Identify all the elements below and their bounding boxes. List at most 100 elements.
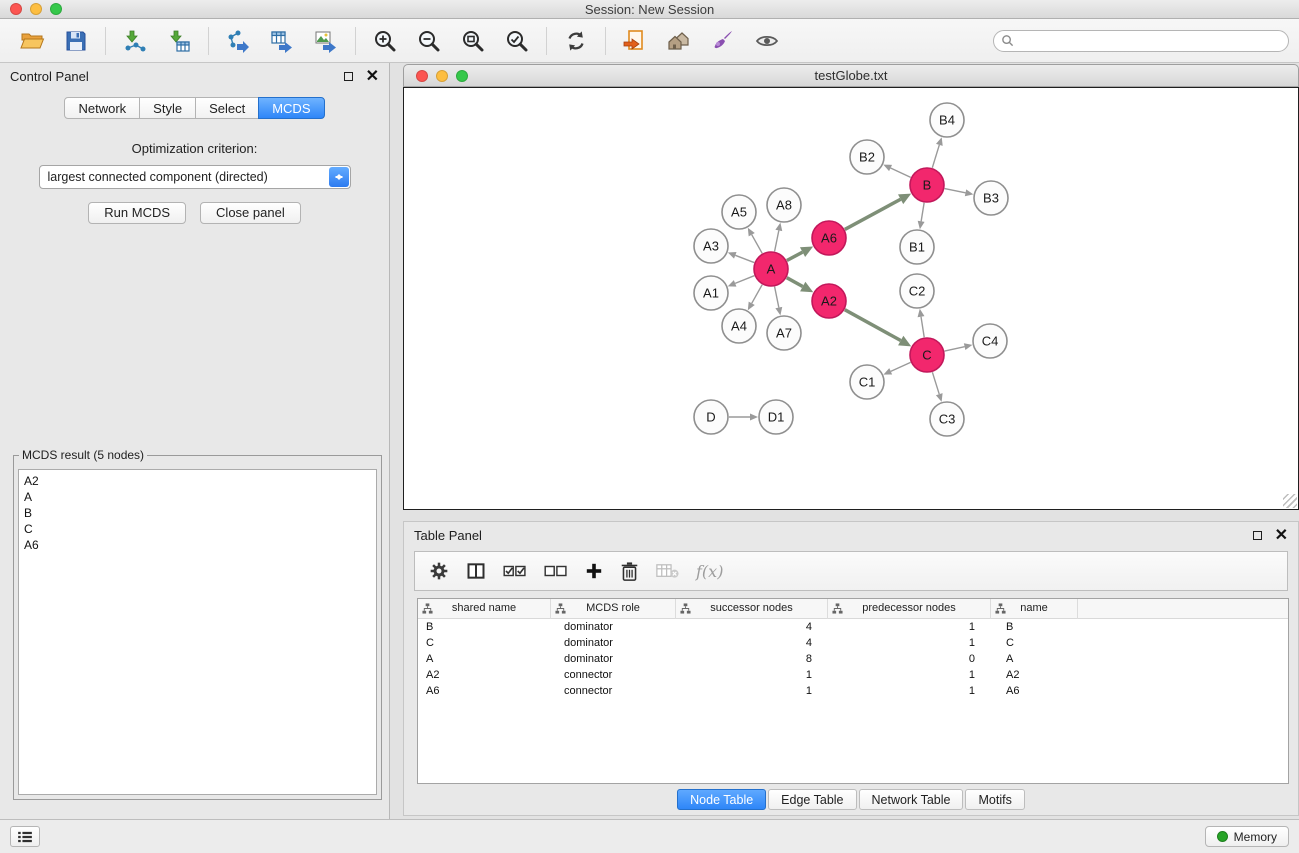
tab-node-table[interactable]: Node Table xyxy=(677,789,766,810)
export-network-button[interactable] xyxy=(216,22,260,60)
run-mcds-button[interactable]: Run MCDS xyxy=(88,202,186,224)
mcds-result-list[interactable]: A2ABCA6 xyxy=(18,469,377,795)
table-cell[interactable]: connector xyxy=(551,667,676,683)
table-row[interactable]: Adominator80A xyxy=(418,651,1288,667)
table-cell[interactable]: 1 xyxy=(828,619,991,635)
float-table-panel-icon[interactable] xyxy=(1253,531,1262,540)
graph-node-A[interactable]: A xyxy=(754,252,788,286)
close-table-panel-icon[interactable]: ✕ xyxy=(1275,528,1288,544)
graphics-details-button[interactable] xyxy=(745,22,789,60)
table-cell[interactable]: dominator xyxy=(551,651,676,667)
close-window-button[interactable] xyxy=(10,3,22,15)
column-header[interactable]: shared name xyxy=(418,599,551,619)
show-hide-panels-button[interactable] xyxy=(657,22,701,60)
import-network-button[interactable] xyxy=(113,22,157,60)
graph-edge[interactable] xyxy=(945,189,966,193)
table-cell[interactable]: 4 xyxy=(676,635,828,651)
graph-node-B4[interactable]: B4 xyxy=(930,103,964,137)
graph-node-B1[interactable]: B1 xyxy=(900,230,934,264)
mcds-result-item[interactable]: A xyxy=(19,489,376,505)
maximize-window-button[interactable] xyxy=(50,3,62,15)
delete-column-button[interactable] xyxy=(620,561,639,582)
zoom-fit-button[interactable] xyxy=(451,22,495,60)
graph-edge[interactable] xyxy=(787,278,803,287)
close-network-button[interactable] xyxy=(416,70,428,82)
import-table-button[interactable] xyxy=(157,22,201,60)
table-cell[interactable]: 8 xyxy=(676,651,828,667)
maximize-network-button[interactable] xyxy=(456,70,468,82)
close-panel-button[interactable]: Close panel xyxy=(200,202,301,224)
graph-edge[interactable] xyxy=(845,199,901,229)
mcds-result-item[interactable]: A2 xyxy=(19,473,376,489)
tab-style[interactable]: Style xyxy=(139,97,196,119)
table-cell[interactable]: A xyxy=(991,651,1078,667)
table-cell[interactable]: dominator xyxy=(551,619,676,635)
graph-node-A8[interactable]: A8 xyxy=(767,188,801,222)
table-cell[interactable]: 4 xyxy=(676,619,828,635)
graph-edge[interactable] xyxy=(921,317,924,338)
graph-edge[interactable] xyxy=(945,347,965,351)
graph-edge[interactable] xyxy=(787,252,803,260)
minimize-window-button[interactable] xyxy=(30,3,42,15)
table-cell[interactable]: A6 xyxy=(991,683,1078,699)
annotations-button[interactable] xyxy=(613,22,657,60)
memory-button[interactable]: Memory xyxy=(1205,826,1289,847)
column-header[interactable]: name xyxy=(991,599,1078,619)
table-cell[interactable]: 0 xyxy=(828,651,991,667)
mcds-result-item[interactable]: C xyxy=(19,521,376,537)
graph-edge[interactable] xyxy=(735,276,754,284)
graph-node-A1[interactable]: A1 xyxy=(694,276,728,310)
table-cell[interactable]: 1 xyxy=(676,683,828,699)
graph-node-C4[interactable]: C4 xyxy=(973,324,1007,358)
table-cell[interactable]: connector xyxy=(551,683,676,699)
float-panel-icon[interactable] xyxy=(344,72,353,81)
graph-edge[interactable] xyxy=(891,362,911,371)
mcds-result-item[interactable]: B xyxy=(19,505,376,521)
graph-edge[interactable] xyxy=(752,285,762,304)
graph-node-C[interactable]: C xyxy=(910,338,944,372)
zoom-selected-button[interactable] xyxy=(495,22,539,60)
table-cell[interactable]: A6 xyxy=(418,683,551,699)
zoom-in-button[interactable] xyxy=(363,22,407,60)
table-cell[interactable]: dominator xyxy=(551,635,676,651)
graph-node-B[interactable]: B xyxy=(910,168,944,202)
tab-select[interactable]: Select xyxy=(195,97,259,119)
table-cell[interactable]: B xyxy=(991,619,1078,635)
graph-edge[interactable] xyxy=(891,168,911,177)
criterion-select[interactable]: largest connected component (directed) xyxy=(39,165,351,189)
function-builder-button[interactable]: f(x) xyxy=(696,562,723,581)
graph-node-D1[interactable]: D1 xyxy=(759,400,793,434)
zoom-out-button[interactable] xyxy=(407,22,451,60)
style-details-button[interactable] xyxy=(701,22,745,60)
table-cell[interactable]: C xyxy=(418,635,551,651)
table-row[interactable]: A6connector11A6 xyxy=(418,683,1288,699)
open-session-button[interactable] xyxy=(10,22,54,60)
graph-edge[interactable] xyxy=(775,230,779,251)
graph-node-A7[interactable]: A7 xyxy=(767,316,801,350)
refresh-button[interactable] xyxy=(554,22,598,60)
network-graph[interactable]: B4B2BB3A8A5A6A3B1AC2A1A2A4A7C4CC1C3DD1 xyxy=(404,88,1298,509)
graph-node-B2[interactable]: B2 xyxy=(850,140,884,174)
graph-node-C2[interactable]: C2 xyxy=(900,274,934,308)
unselect-all-columns-button[interactable] xyxy=(544,562,568,580)
export-image-button[interactable] xyxy=(304,22,348,60)
task-history-button[interactable] xyxy=(10,826,40,847)
tab-mcds[interactable]: MCDS xyxy=(258,97,324,119)
column-header[interactable]: successor nodes xyxy=(676,599,828,619)
graph-node-C1[interactable]: C1 xyxy=(850,365,884,399)
table-row[interactable]: Cdominator41C xyxy=(418,635,1288,651)
save-session-button[interactable] xyxy=(54,22,98,60)
search-input[interactable] xyxy=(1019,34,1281,48)
graph-edge[interactable] xyxy=(735,255,754,262)
minimize-network-button[interactable] xyxy=(436,70,448,82)
graph-node-D[interactable]: D xyxy=(694,400,728,434)
column-header[interactable]: predecessor nodes xyxy=(828,599,991,619)
show-columns-button[interactable] xyxy=(466,561,486,581)
table-cell[interactable]: A2 xyxy=(991,667,1078,683)
graph-edge[interactable] xyxy=(932,372,939,394)
graph-node-C3[interactable]: C3 xyxy=(930,402,964,436)
tab-edge-table[interactable]: Edge Table xyxy=(768,789,856,810)
network-window-titlebar[interactable]: testGlobe.txt xyxy=(403,64,1299,87)
graph-edge[interactable] xyxy=(921,203,924,222)
table-row[interactable]: A2connector11A2 xyxy=(418,667,1288,683)
